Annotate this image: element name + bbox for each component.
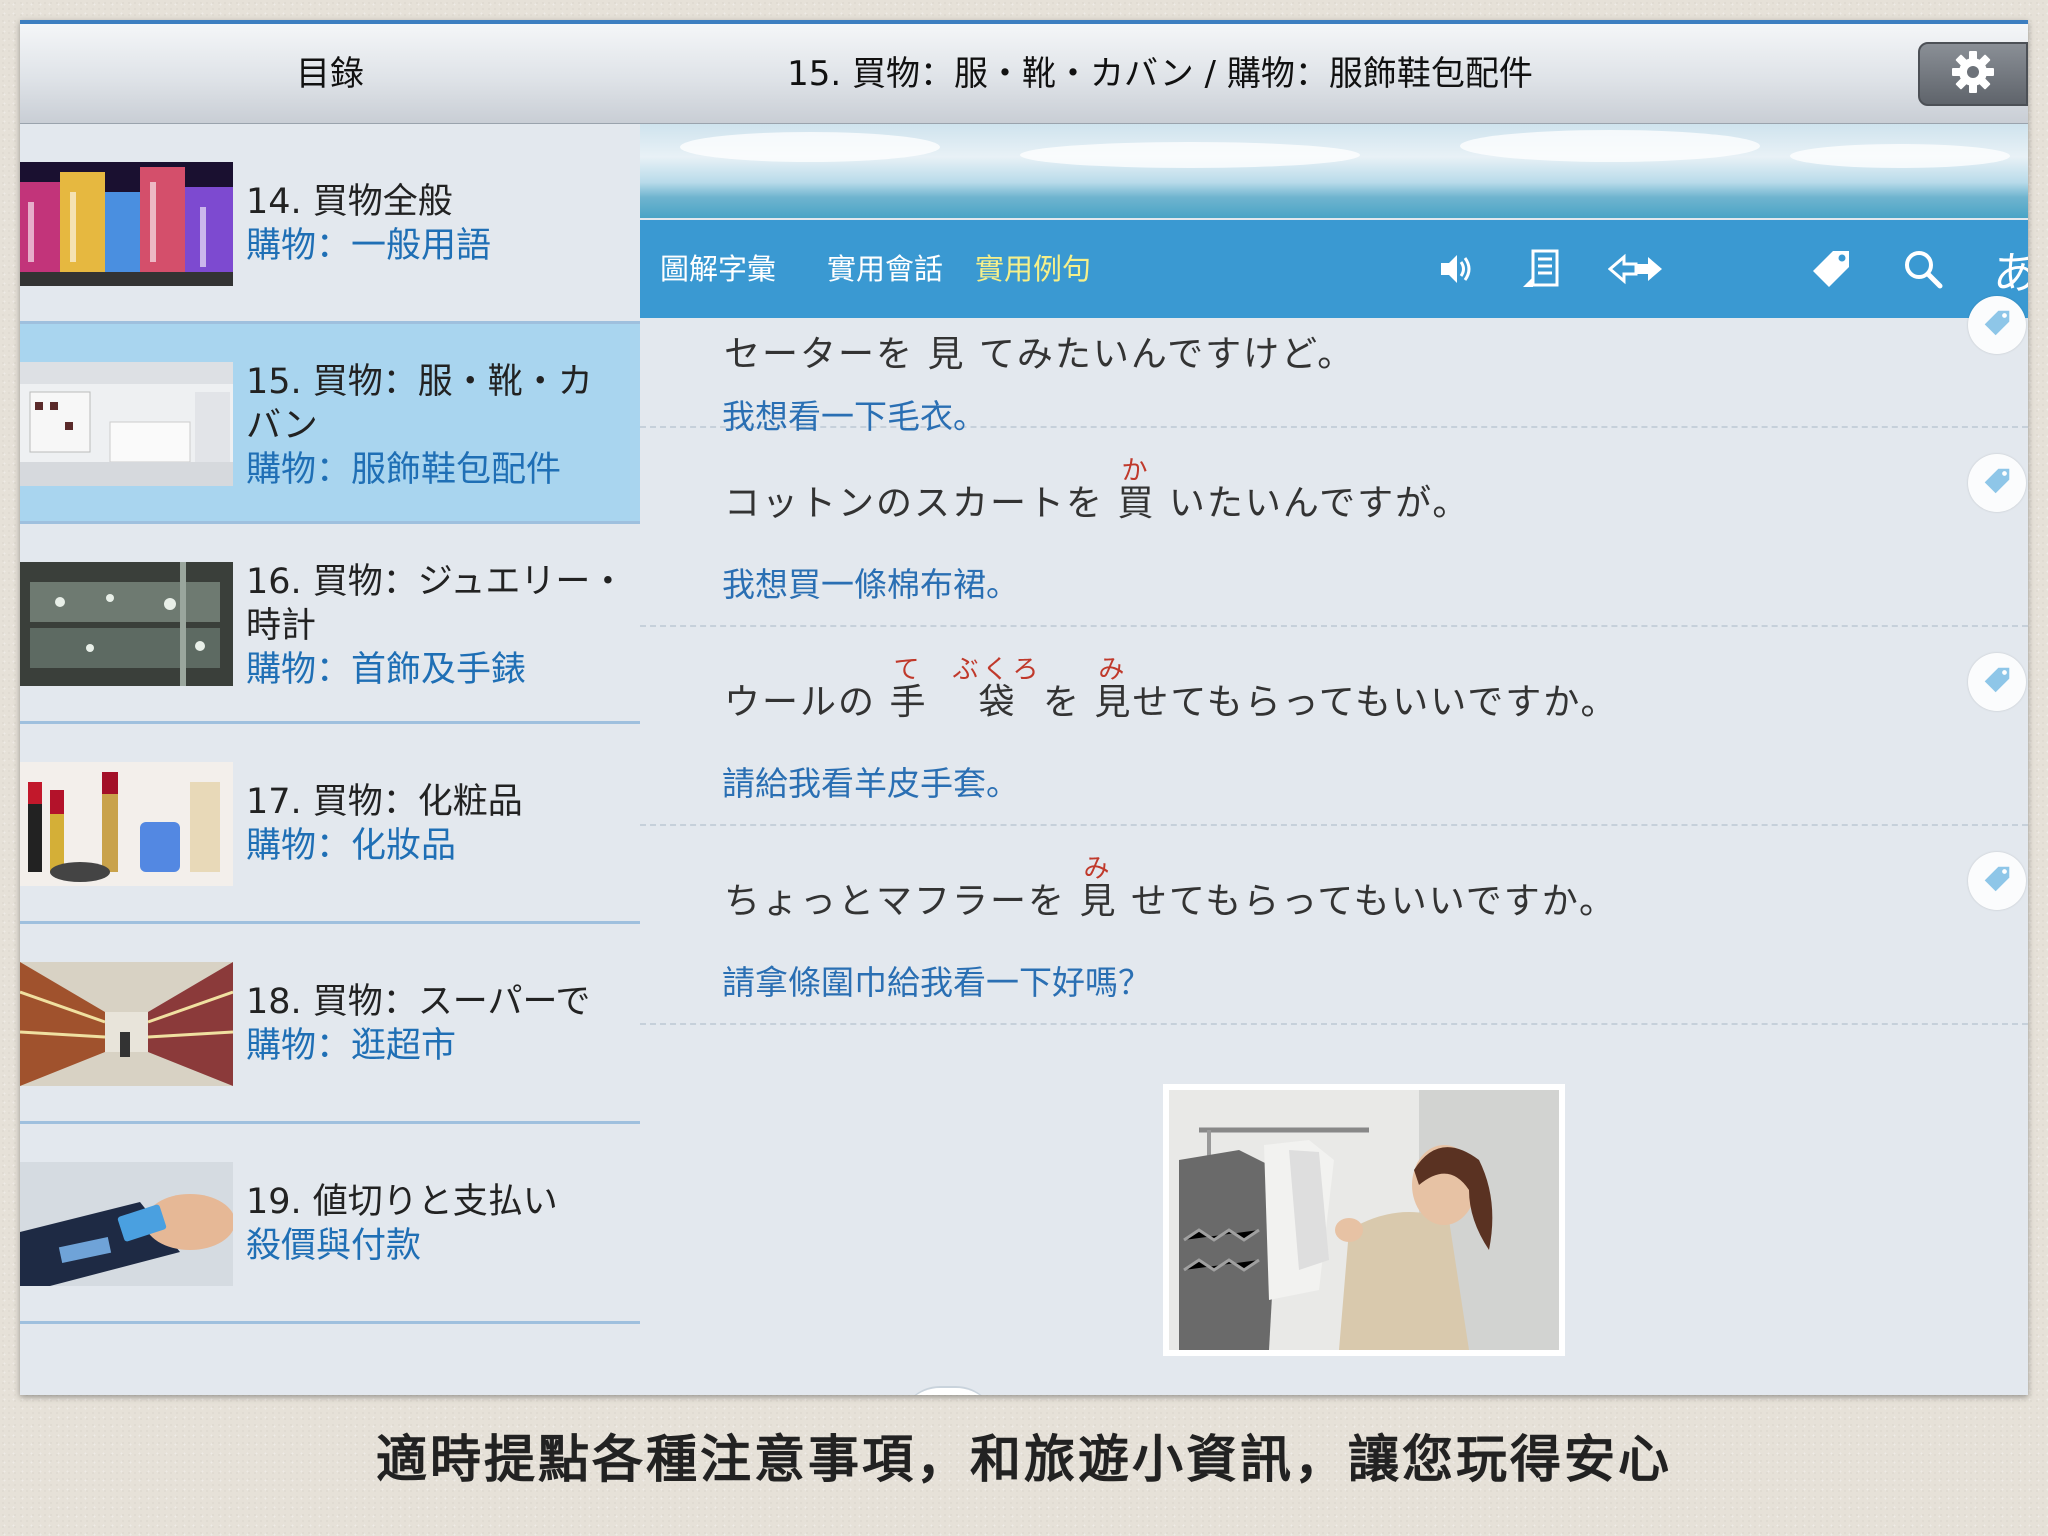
lesson-zh-title: 購物：化妝品 — [246, 826, 457, 866]
bookmark-tag-button[interactable] — [1968, 852, 2026, 910]
tag-icon — [1982, 466, 2012, 500]
lesson-jp-title: 19. 値切りと支払い — [246, 1182, 558, 1222]
sentence-item[interactable]: ウールの 手て 袋ぶくろ を 見みせてもらってもいいですか。 請給我看羊皮手套。 — [640, 627, 2028, 826]
app-window: 目錄 15. 買物：服・靴・カバン / 購物：服飾鞋包配件 14. 買物全般 購… — [20, 20, 2028, 1395]
chinese-translation: 我想買一條棉布裙。 — [722, 565, 1019, 604]
jewelry-case-thumbnail — [20, 562, 233, 686]
supermarket-thumbnail — [20, 962, 233, 1086]
lesson-jp-title: 18. 買物：スーパーで — [246, 982, 591, 1022]
lesson-zh-title: 購物：一般用語 — [246, 226, 492, 266]
lesson-jp-title: 14. 買物全般 — [246, 182, 453, 222]
lesson-zh-title: 購物：首飾及手錶 — [246, 650, 527, 690]
bookmark-tag-button[interactable] — [1968, 296, 2026, 354]
gear-icon — [1950, 49, 1996, 99]
tag-icon — [1982, 864, 2012, 898]
tag-icon — [1982, 308, 2012, 342]
japanese-sentence: セーターを 見 てみたいんですけど。 — [724, 334, 1356, 375]
chinese-translation: 請拿條圍巾給我看一下好嗎？ — [722, 963, 1151, 1002]
settings-button[interactable] — [1918, 42, 2028, 106]
lesson-item-17[interactable]: 17. 買物：化粧品 購物：化妝品 — [20, 724, 640, 924]
lesson-list: 14. 買物全般 購物：一般用語 15. 買物：服・靴・カバン 購物：服飾鞋包配… — [20, 124, 640, 1355]
bookmark-tag-button[interactable] — [1968, 454, 2026, 512]
tag-icon — [1982, 665, 2012, 699]
lesson-zh-title: 殺價與付款 — [246, 1226, 422, 1266]
promo-caption: 適時提點各種注意事項，和旅遊小資訊，讓您玩得安心 — [375, 1431, 1672, 1490]
japanese-sentence: コットンのスカートを 買か いたいんですが。 — [724, 456, 1471, 524]
chinese-translation: 請給我看羊皮手套。 — [722, 764, 1019, 803]
lesson-item-19[interactable]: 19. 値切りと支払い 殺價與付款 — [20, 1124, 640, 1324]
lesson-zh-title: 購物：逛超市 — [246, 1026, 457, 1066]
lesson-item-14[interactable]: 14. 買物全般 購物：一般用語 — [20, 124, 640, 324]
sentence-item[interactable]: セーターを 見 てみたいんですけど。 我想看一下毛衣。 — [640, 230, 2028, 436]
lesson-zh-title: 購物：服飾鞋包配件 — [246, 450, 562, 490]
lesson-item-18[interactable]: 18. 買物：スーパーで 購物：逛超市 — [20, 924, 640, 1124]
lesson-item-15[interactable]: 15. 買物：服・靴・カバン 購物：服飾鞋包配件 — [20, 324, 640, 524]
scroll-handle[interactable] — [900, 1386, 996, 1395]
lesson-content: 圖解字彙 實用會話 實用例句 あ セーターを 見 てみたいんですけど。 我想看一… — [640, 124, 2028, 1395]
toc-title: 目錄 — [296, 54, 364, 94]
japanese-sentence: ウールの 手て 袋ぶくろ を 見みせてもらってもいいですか。 — [724, 655, 1619, 723]
lesson-jp-title: 15. 買物：服・靴・カバン — [246, 362, 593, 446]
shopping-street-thumbnail — [20, 162, 233, 286]
woman-browsing-clothes-photo — [1163, 1084, 1565, 1356]
card-payment-thumbnail — [20, 1162, 233, 1286]
japanese-sentence: ちょっとマフラーを 見み せてもらってもいいですか。 — [724, 854, 1617, 922]
lesson-item-16[interactable]: 16. 買物：ジュエリー・時計 購物：首飾及手錶 — [20, 524, 640, 724]
sentence-item[interactable]: ちょっとマフラーを 見み せてもらってもいいですか。 請拿條圍巾給我看一下好嗎？ — [640, 826, 2028, 1025]
banner-image — [640, 124, 2028, 218]
cosmetics-thumbnail — [20, 762, 233, 886]
lesson-jp-title: 16. 買物：ジュエリー・時計 — [246, 562, 626, 646]
title-bar: 目錄 15. 買物：服・靴・カバン / 購物：服飾鞋包配件 — [20, 20, 2028, 124]
lesson-jp-title: 17. 買物：化粧品 — [246, 782, 523, 822]
sentence-item[interactable]: コットンのスカートを 買か いたいんですが。 我想買一條棉布裙。 — [640, 428, 2028, 627]
bookmark-tag-button[interactable] — [1968, 653, 2026, 711]
lesson-title: 15. 買物：服・靴・カバン / 購物：服飾鞋包配件 — [787, 54, 1533, 94]
clothing-store-thumbnail — [20, 362, 233, 486]
